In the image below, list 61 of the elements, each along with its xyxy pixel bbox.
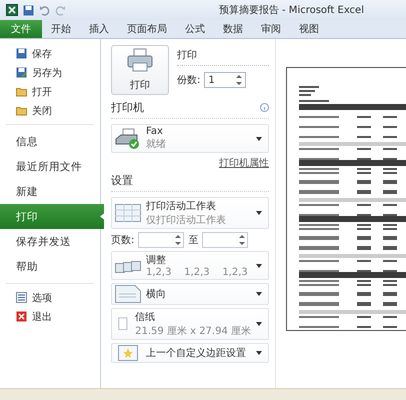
folder-icon [16, 86, 27, 97]
ribbon-tab[interactable]: 视图 [290, 20, 328, 38]
spinner-arrows-icon[interactable] [236, 74, 242, 86]
ribbon-tab[interactable]: 数据 [214, 20, 252, 38]
page-from-field[interactable] [138, 232, 184, 248]
folder-icon [16, 105, 27, 116]
settings-dropdown[interactable]: 打印活动工作表 仅打印活动工作表 [111, 197, 269, 229]
landscape-page-icon [115, 285, 141, 303]
sidebar-item[interactable]: 退出 [0, 307, 100, 326]
ribbon-tab[interactable]: 插入 [80, 20, 118, 38]
settings-dropdown[interactable]: 调整 1,2,3 1,2,3 1,2,3 [111, 251, 269, 280]
caret-icon [256, 136, 262, 140]
caret-icon [256, 292, 262, 296]
settings-dropdown[interactable]: 上一个自定义边距设置 [111, 343, 269, 363]
printer-dropdown[interactable]: Fax 就绪 [111, 124, 269, 153]
printer-heading: 打印机 [111, 100, 144, 115]
ribbon-tab[interactable]: 文件 [0, 20, 42, 38]
exit-icon [16, 311, 27, 322]
printer-icon [127, 48, 153, 72]
save-icon[interactable] [23, 4, 34, 16]
collate-icon [115, 258, 141, 272]
sidebar-item[interactable]: 信息 [0, 129, 100, 154]
page-to-field[interactable] [202, 232, 248, 248]
margins-icon [115, 345, 141, 361]
sidebar-item[interactable]: 关闭 [0, 101, 100, 120]
sidebar-item[interactable]: 帮助 [0, 254, 100, 279]
sidebar-item[interactable]: 打印 [0, 204, 104, 229]
caret-icon [256, 351, 262, 355]
to-label: 至 [188, 234, 198, 247]
sidebar-item[interactable]: 保存 [0, 44, 100, 63]
caret-icon [256, 322, 262, 326]
fax-icon [115, 128, 141, 150]
ribbon-tab[interactable]: 页面布局 [118, 20, 176, 38]
spinner-arrows-icon[interactable] [239, 234, 246, 246]
print-button[interactable]: 打印 [111, 45, 169, 95]
sidebar-item[interactable]: 保存并发送 [0, 229, 100, 254]
undo-icon[interactable] [39, 4, 50, 16]
settings-dropdown[interactable]: 信纸 21.59 厘米 x 27.94 厘米 [111, 308, 269, 340]
settings-heading: 设置 [111, 173, 133, 188]
spinner-arrows-icon[interactable] [175, 234, 182, 246]
copies-spinner[interactable]: 1 [204, 72, 246, 88]
save-icon [16, 48, 27, 59]
save-as-icon [16, 67, 27, 78]
sidebar-item[interactable]: 选项 [0, 288, 100, 307]
caret-icon [256, 264, 262, 268]
printer-properties-link[interactable]: 打印机属性 [219, 158, 269, 169]
sidebar-item[interactable]: 新建 [0, 179, 100, 204]
sidebar-item[interactable]: 打开 [0, 82, 100, 101]
window-title: 预算摘要报告 - Microsoft Excel [218, 4, 364, 17]
pages-label: 页数: [111, 234, 134, 247]
options-icon [16, 292, 27, 303]
print-heading: 打印 [177, 45, 269, 66]
sidebar-item[interactable]: 最近所用文件 [0, 154, 100, 179]
settings-dropdown[interactable]: 横向 [111, 283, 269, 305]
ribbon-tab[interactable]: 公式 [176, 20, 214, 38]
caret-icon [256, 211, 262, 215]
copies-label: 份数: [177, 74, 200, 87]
ribbon-tab[interactable]: 审阅 [252, 20, 290, 38]
sidebar-item[interactable]: 另存为 [0, 63, 100, 82]
worksheet-icon [115, 204, 141, 222]
ribbon-tab[interactable]: 开始 [42, 20, 80, 38]
